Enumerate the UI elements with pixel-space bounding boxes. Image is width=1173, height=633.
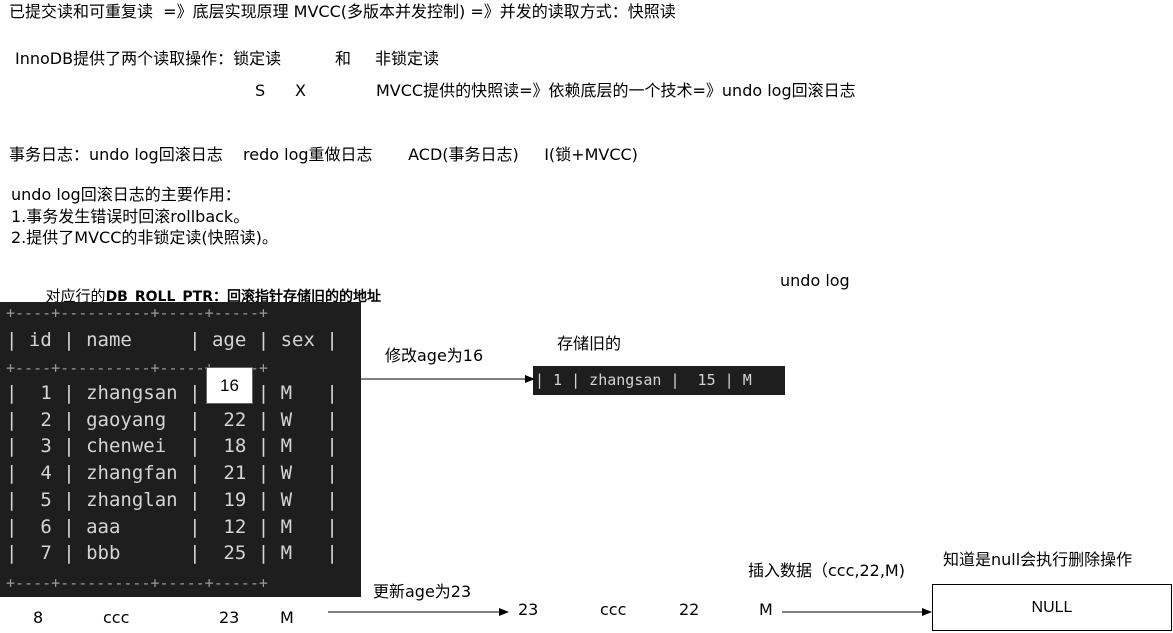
arrows-layer: [328, 375, 932, 616]
